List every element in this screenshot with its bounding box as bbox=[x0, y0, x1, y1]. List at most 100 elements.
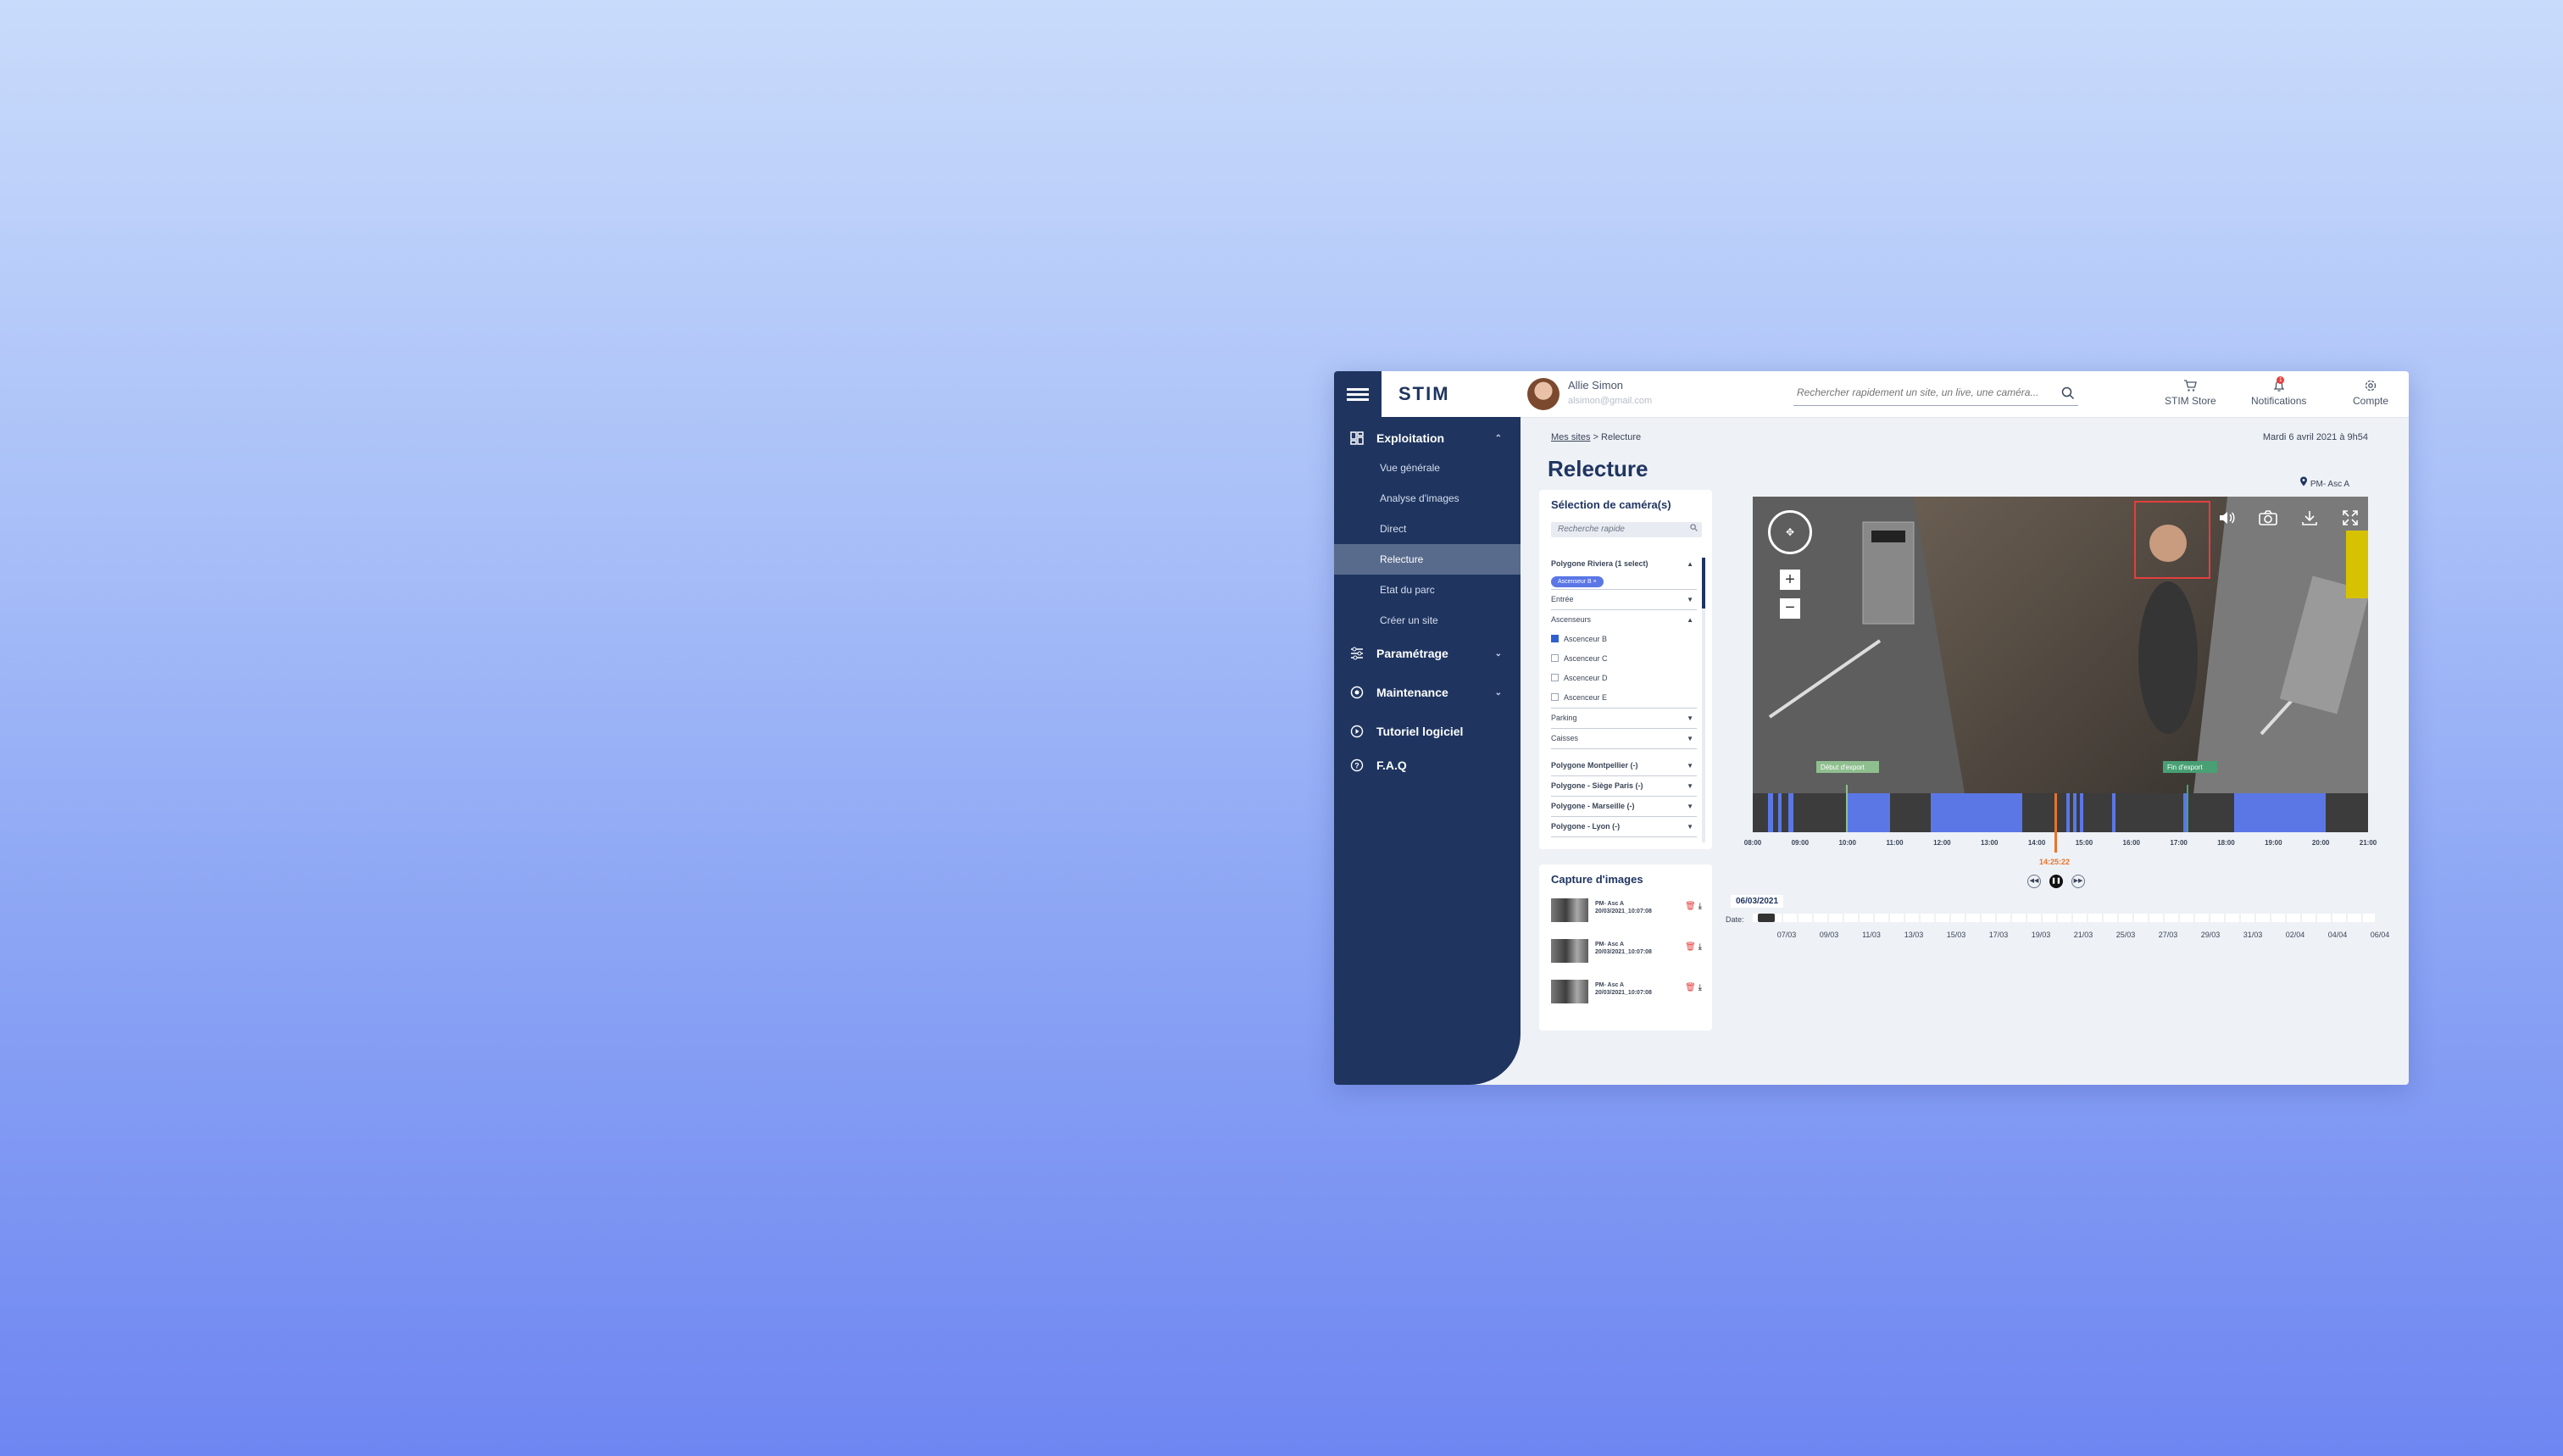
recording-segment[interactable] bbox=[1778, 793, 1782, 832]
recording-segment[interactable] bbox=[1788, 793, 1793, 832]
camera-selection-panel: Sélection de caméra(s) Recherche rapide … bbox=[1539, 490, 1712, 849]
trash-icon[interactable]: 🗑 bbox=[1685, 983, 1696, 992]
sidebar-item-parametrage[interactable]: Paramétrage ⌄ bbox=[1334, 639, 1521, 668]
recording-segment[interactable] bbox=[1846, 793, 1890, 832]
location-label: PM- Asc A bbox=[2310, 480, 2349, 489]
trash-icon[interactable]: 🗑 bbox=[1685, 942, 1696, 952]
date-slider-track[interactable] bbox=[1753, 914, 2375, 922]
volume-icon[interactable] bbox=[2217, 508, 2236, 531]
ptz-joystick[interactable]: ✥ bbox=[1768, 510, 1812, 554]
download-icon[interactable] bbox=[2300, 508, 2319, 531]
camera-checkbox-row[interactable]: Ascenceur E bbox=[1551, 688, 1697, 709]
camera-checkbox-row[interactable]: Ascenceur D bbox=[1551, 669, 1697, 688]
tree-item-ascenseurs[interactable]: Ascenseurs ▲ bbox=[1551, 610, 1697, 630]
recording-segment[interactable] bbox=[2073, 793, 2077, 832]
recording-segment[interactable] bbox=[1768, 793, 1773, 832]
notifications-button[interactable]: 1 Notifications bbox=[2251, 376, 2306, 407]
menu-toggle-button[interactable] bbox=[1334, 371, 1382, 417]
tree-group-label: Polygone Montpellier (-) bbox=[1551, 761, 1638, 770]
download-icon[interactable]: ⤓ bbox=[1698, 902, 1702, 911]
move-arrows-icon: ✥ bbox=[1785, 526, 1795, 538]
sidebar-subitem-vue-generale[interactable]: Vue générale bbox=[1334, 453, 1521, 483]
pin-icon bbox=[2299, 476, 2310, 489]
fullscreen-icon[interactable] bbox=[2341, 508, 2360, 531]
search-icon[interactable] bbox=[2061, 386, 2075, 404]
sidebar-subitem-creer-site[interactable]: Créer un site bbox=[1334, 605, 1521, 636]
sidebar-nav: Exploitation ⌃ Vue générale Analyse d'im… bbox=[1334, 424, 1521, 780]
sidebar-item-faq[interactable]: ? F.A.Q bbox=[1334, 751, 1521, 780]
timeline-track[interactable] bbox=[1753, 793, 2368, 832]
date-slider-thumb[interactable] bbox=[1758, 914, 1775, 922]
tree-item-caisses[interactable]: Caisses ▼ bbox=[1551, 729, 1697, 749]
recording-segment[interactable] bbox=[2080, 793, 2083, 832]
capture-thumbnail[interactable] bbox=[1551, 898, 1588, 922]
camera-checkbox-row[interactable]: Ascenceur B bbox=[1551, 630, 1697, 649]
sidebar-subitem-analyse-images[interactable]: Analyse d'images bbox=[1334, 483, 1521, 514]
sidebar-item-maintenance[interactable]: Maintenance ⌄ bbox=[1334, 678, 1521, 707]
zoom-in-button[interactable]: + bbox=[1780, 570, 1800, 590]
export-end-label: Fin d'export bbox=[2167, 764, 2203, 771]
tree-item-parking[interactable]: Parking ▼ bbox=[1551, 709, 1697, 729]
download-icon[interactable]: ⤓ bbox=[1698, 983, 1702, 992]
checkbox-checked[interactable] bbox=[1551, 635, 1559, 643]
app-logo: STIM bbox=[1398, 383, 1450, 404]
tree-group[interactable]: Polygone - Siège Paris (-) ▼ bbox=[1551, 776, 1697, 797]
sidebar-item-tutoriel[interactable]: Tutoriel logiciel bbox=[1334, 717, 1521, 746]
zoom-out-button[interactable]: − bbox=[1780, 598, 1800, 619]
rewind-button[interactable]: ◀◀ bbox=[2027, 875, 2041, 888]
recording-segment[interactable] bbox=[2234, 793, 2326, 832]
capture-thumbnail[interactable] bbox=[1551, 939, 1588, 963]
video-player[interactable]: Début d'export Fin d'export ✥ + − bbox=[1753, 497, 2368, 793]
quick-search-input[interactable]: Recherche rapide bbox=[1551, 522, 1702, 537]
checkbox[interactable] bbox=[1551, 693, 1559, 702]
sidebar-subitem-relecture[interactable]: Relecture bbox=[1334, 544, 1521, 575]
sidebar-subitem-etat-parc[interactable]: Etat du parc bbox=[1334, 575, 1521, 605]
sidebar-item-label: Tutoriel logiciel bbox=[1376, 725, 1464, 738]
account-button[interactable]: Compte bbox=[2353, 378, 2388, 407]
scrollbar-thumb[interactable] bbox=[1702, 558, 1705, 609]
tree-group-polygone-riviera[interactable]: Polygone Riviera (1 select) ▲ bbox=[1551, 554, 1697, 574]
capture-item[interactable]: PM- Asc A 20/03/2021_10:07:08 🗑 ⤓ bbox=[1551, 980, 1704, 1007]
sidebar-item-exploitation[interactable]: Exploitation ⌃ bbox=[1334, 424, 1521, 453]
sidebar-subitem-direct[interactable]: Direct bbox=[1334, 514, 1521, 544]
camera-snapshot-icon[interactable] bbox=[2258, 508, 2278, 531]
tree-group[interactable]: Polygone - Marseille (-) ▼ bbox=[1551, 797, 1697, 817]
checkbox[interactable] bbox=[1551, 674, 1559, 682]
recording-segment[interactable] bbox=[2112, 793, 2115, 832]
date-tick: 17/03 bbox=[1988, 931, 2009, 939]
breadcrumb-link-mes-sites[interactable]: Mes sites bbox=[1551, 432, 1590, 442]
chevron-down-icon: ⌄ bbox=[1494, 648, 1502, 659]
selected-camera-chip[interactable]: Ascenseur B × bbox=[1551, 576, 1604, 587]
capture-item[interactable]: PM- Asc A 20/03/2021_10:07:08 🗑 ⤓ bbox=[1551, 898, 1704, 925]
avatar[interactable] bbox=[1527, 378, 1559, 410]
pause-button[interactable]: ❚❚ bbox=[2049, 875, 2063, 888]
camera-checkbox-row[interactable]: Ascenceur C bbox=[1551, 649, 1697, 669]
trash-icon[interactable]: 🗑 bbox=[1685, 902, 1696, 911]
tree-group[interactable]: Polygone - Lyon (-) ▼ bbox=[1551, 817, 1697, 837]
tree-item-entree[interactable]: Entrée ▼ bbox=[1551, 590, 1697, 610]
image-capture-panel: Capture d'images PM- Asc A 20/03/2021_10:… bbox=[1539, 864, 1712, 1031]
forward-button[interactable]: ▶▶ bbox=[2071, 875, 2085, 888]
capture-title: Capture d'images bbox=[1551, 873, 1643, 886]
video-timeline[interactable] bbox=[1753, 785, 2368, 853]
timeline-tick: 08:00 bbox=[1743, 839, 1762, 847]
recording-segment[interactable] bbox=[2066, 793, 2070, 832]
timeline-tick: 12:00 bbox=[1933, 839, 1951, 847]
stim-store-button[interactable]: STIM Store bbox=[2165, 378, 2216, 407]
recording-segment[interactable] bbox=[1931, 793, 2022, 832]
tree-group[interactable]: Polygone Montpellier (-) ▼ bbox=[1551, 756, 1697, 776]
tree-scrollbar[interactable] bbox=[1702, 558, 1705, 842]
export-start-marker[interactable] bbox=[1846, 785, 1848, 832]
export-end-marker[interactable] bbox=[2187, 785, 2188, 832]
capture-item[interactable]: PM- Asc A 20/03/2021_10:07:08 🗑 ⤓ bbox=[1551, 939, 1704, 966]
search-input[interactable] bbox=[1793, 381, 2054, 403]
caret-up-icon: ▲ bbox=[1687, 616, 1693, 624]
timeline-tick: 18:00 bbox=[2217, 839, 2235, 847]
svg-text:?: ? bbox=[1354, 762, 1359, 770]
checkbox[interactable] bbox=[1551, 654, 1559, 663]
camera-location: PM- Asc A bbox=[2299, 476, 2349, 489]
capture-thumbnail[interactable] bbox=[1551, 980, 1588, 1003]
top-header: Allie Simon alsimon@gmail.com STIM Store… bbox=[1521, 371, 2409, 418]
gear-icon bbox=[2353, 378, 2388, 393]
download-icon[interactable]: ⤓ bbox=[1698, 942, 1702, 952]
